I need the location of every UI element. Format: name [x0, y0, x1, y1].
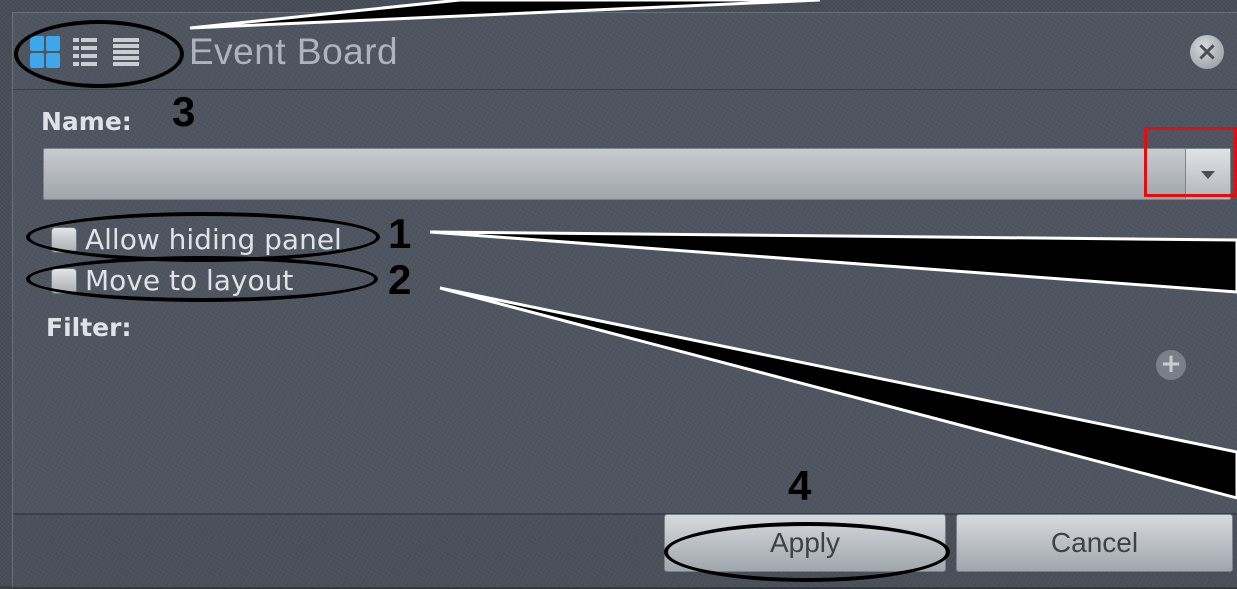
- annotation-number-2: 2: [388, 256, 412, 303]
- dialog-title: Event Board: [189, 31, 399, 72]
- close-icon[interactable]: ×: [1190, 35, 1224, 69]
- annotation-number-1: 1: [388, 210, 412, 257]
- annotation-number-4: 4: [788, 462, 812, 509]
- cancel-button[interactable]: Cancel: [956, 514, 1233, 572]
- dropdown-highlight-box: [1144, 127, 1237, 197]
- filter-label: Filter:: [46, 313, 132, 342]
- annotation-ellipse-4: [664, 522, 950, 582]
- annotation-number-3: 3: [172, 88, 196, 135]
- annotation-ellipse-1: [26, 212, 380, 262]
- name-label: Name:: [41, 107, 132, 136]
- annotation-ellipse-3: [14, 20, 184, 88]
- annotation-ellipse-2: [26, 256, 378, 302]
- title-bar: Event Board ×: [13, 13, 1237, 90]
- name-dropdown[interactable]: [43, 148, 1231, 200]
- add-filter-icon[interactable]: +: [1156, 350, 1186, 380]
